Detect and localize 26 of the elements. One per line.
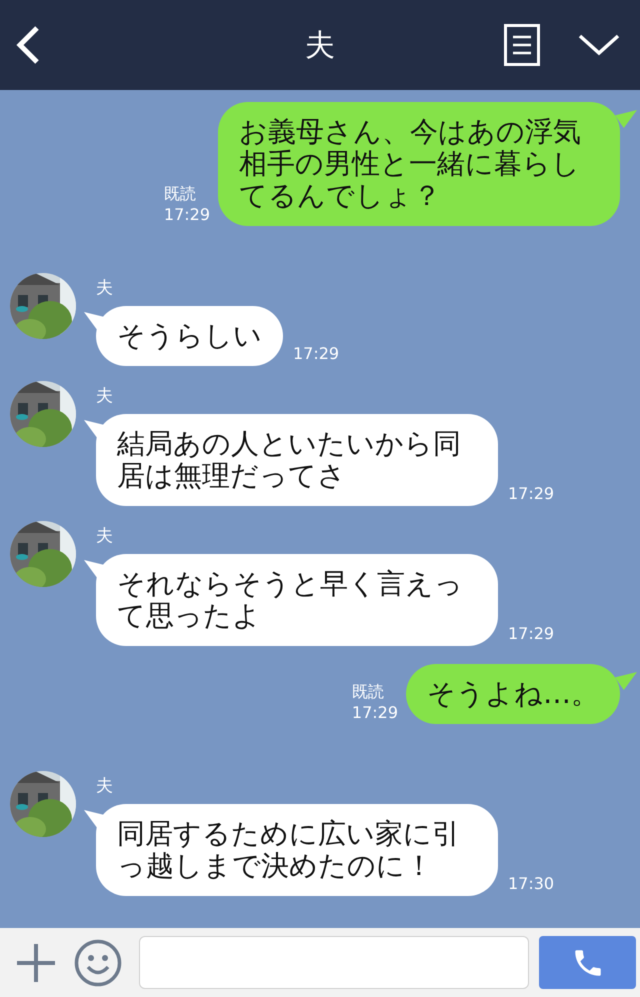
read-receipt: 既読 bbox=[352, 681, 384, 702]
document-icon[interactable] bbox=[504, 24, 540, 66]
call-button[interactable] bbox=[539, 936, 636, 989]
sender-name: 夫 bbox=[96, 776, 113, 796]
message-bubble: そうらしい bbox=[96, 306, 283, 366]
message-bubble: それならそうと早く言えって思ったよ bbox=[96, 554, 498, 646]
message-bubble: 同居するために広い家に引っ越しまで決めたのに！ bbox=[96, 804, 498, 896]
message-bubble: お義母さん、今はあの浮気相手の男性と一緒に暮らしてるんでしょ？ bbox=[218, 102, 620, 226]
message-time: 17:29 bbox=[352, 702, 398, 723]
message-time: 17:29 bbox=[508, 484, 554, 504]
plus-icon[interactable] bbox=[15, 942, 57, 984]
chevron-down-icon[interactable] bbox=[578, 34, 620, 56]
message-bubble: そうよね…。 bbox=[406, 664, 620, 724]
sender-name: 夫 bbox=[96, 386, 113, 406]
sender-name: 夫 bbox=[96, 526, 113, 546]
sender-name: 夫 bbox=[96, 278, 113, 298]
read-receipt: 既読 bbox=[164, 183, 196, 204]
message-time: 17:29 bbox=[508, 624, 554, 644]
smiley-icon[interactable] bbox=[74, 938, 122, 986]
chat-title: 夫 bbox=[304, 26, 336, 64]
message-bubble: 結局あの人といたいから同居は無理だってさ bbox=[96, 414, 498, 506]
message-time: 17:30 bbox=[508, 874, 554, 894]
message-time: 17:29 bbox=[293, 344, 340, 364]
message-input[interactable] bbox=[139, 936, 529, 989]
message-time: 17:29 bbox=[164, 204, 210, 225]
back-icon[interactable] bbox=[15, 25, 41, 65]
